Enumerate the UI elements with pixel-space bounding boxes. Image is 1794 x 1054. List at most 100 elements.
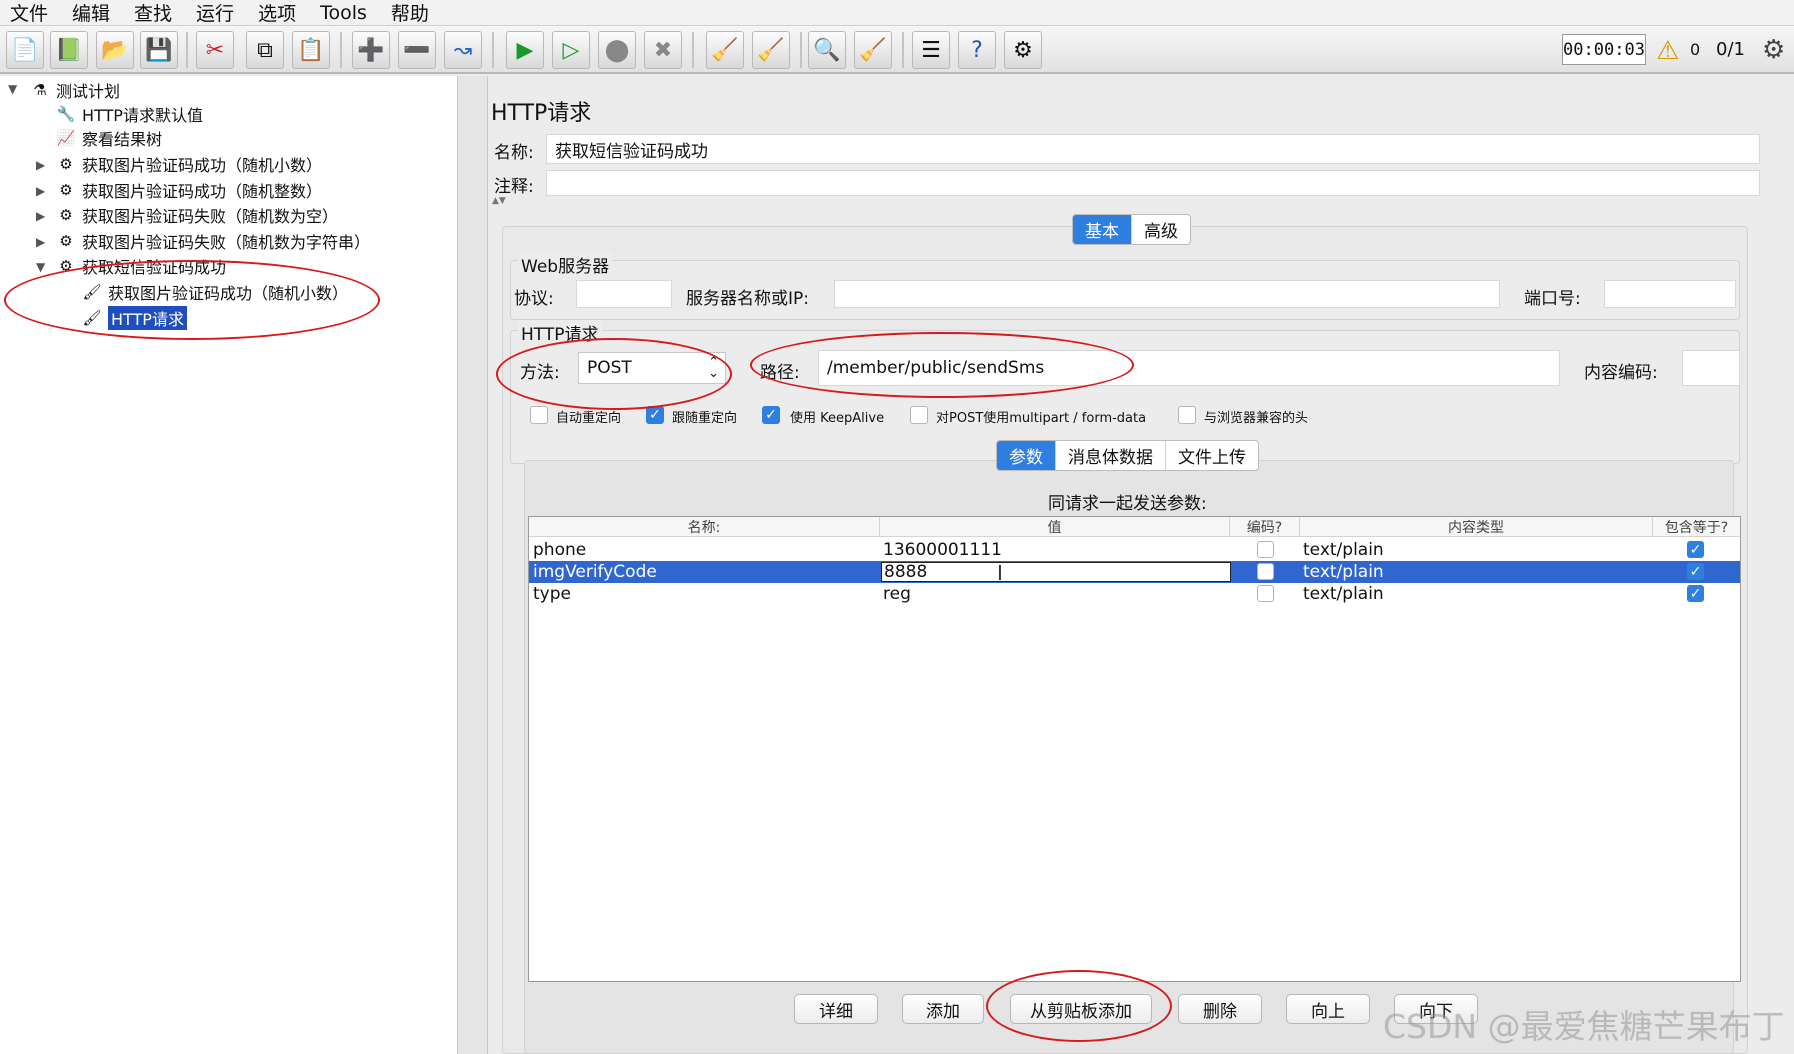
menu-edit[interactable]: 编辑	[72, 0, 110, 26]
watermark: CSDN @最爱焦糖芒果布丁	[1383, 1007, 1785, 1046]
test-plan-tree: ▼ ⚗ 测试计划 🔧 HTTP请求默认值 📈 察看结果树 ▶ ⚙ 获取图片验证码…	[0, 76, 458, 1054]
column-header-name[interactable]: 名称:	[529, 517, 880, 537]
checkbox-label: 使用 KeepAlive	[790, 411, 885, 426]
tab-parameters[interactable]: 参数	[997, 441, 1056, 470]
multipart-checkbox[interactable]	[910, 406, 928, 424]
help-icon[interactable]: ?	[958, 31, 996, 69]
tree-node-results-tree[interactable]: 📈 察看结果树	[56, 126, 162, 150]
menu-search[interactable]: 查找	[134, 0, 172, 26]
keepalive-checkbox[interactable]: ✓	[762, 406, 780, 424]
menu-bar: 文件 编辑 查找 运行 选项 Tools 帮助	[0, 0, 1794, 26]
tab-advanced[interactable]: 高级	[1132, 215, 1190, 244]
collapse-arrow-icon[interactable]: ▼	[8, 82, 17, 96]
toggle-icon[interactable]: ↝	[444, 31, 482, 69]
detail-button[interactable]: 详细	[794, 994, 878, 1024]
resize-arrows-icon[interactable]: ▲▼	[492, 196, 506, 206]
param-content-type[interactable]: text/plain	[1303, 539, 1384, 561]
encoding-label: 内容编码:	[1584, 363, 1658, 383]
tree-node-thread-group[interactable]: ⚙ 获取图片验证码失败（随机数为空）	[56, 203, 338, 227]
reset-search-icon[interactable]: 🧹	[854, 31, 892, 69]
menu-options[interactable]: 选项	[258, 0, 296, 26]
settings-tabs: 基本 高级	[1072, 214, 1191, 245]
tree-node-label: HTTP请求默认值	[82, 106, 203, 125]
menu-run[interactable]: 运行	[196, 0, 234, 26]
menu-file[interactable]: 文件	[10, 0, 48, 26]
tab-files-upload[interactable]: 文件上传	[1166, 441, 1258, 470]
tree-node-thread-group[interactable]: ⚙ 获取图片验证码失败（随机数为字符串）	[56, 229, 370, 253]
up-button[interactable]: 向上	[1286, 994, 1370, 1024]
thread-count: 0/1	[1716, 39, 1745, 60]
encoding-field[interactable]	[1682, 350, 1740, 386]
column-header-encode[interactable]: 编码?	[1230, 517, 1300, 537]
open-icon[interactable]: 📂	[96, 31, 134, 69]
follow-auto-redirect-checkbox[interactable]	[530, 406, 548, 424]
param-content-type[interactable]: text/plain	[1303, 561, 1384, 583]
include-equals-checkbox[interactable]: ✓	[1687, 585, 1704, 602]
clear-all-icon[interactable]: 🧹	[752, 31, 790, 69]
encode-checkbox[interactable]	[1257, 563, 1274, 580]
templates-icon[interactable]: 📗	[50, 31, 88, 69]
annotation-circle	[4, 260, 380, 340]
log-viewer-icon[interactable]: ⚙	[1004, 31, 1042, 69]
stop-icon[interactable]: ⬤	[598, 31, 636, 69]
collapse-arrow-icon[interactable]: ▼	[36, 260, 45, 274]
save-icon[interactable]: 💾	[140, 31, 178, 69]
table-row[interactable]: phone 13600001111 text/plain ✓	[529, 539, 1740, 561]
follow-redirects-checkbox[interactable]: ✓	[646, 406, 664, 424]
expand-icon[interactable]: ➕	[352, 31, 390, 69]
encode-checkbox[interactable]	[1257, 585, 1274, 602]
expand-arrow-icon[interactable]: ▶	[36, 184, 45, 198]
table-row[interactable]: type reg text/plain ✓	[529, 583, 1740, 605]
param-value-editor[interactable]: 8888	[881, 562, 1231, 582]
expand-arrow-icon[interactable]: ▶	[36, 158, 45, 172]
start-icon[interactable]: ▶	[506, 31, 544, 69]
splitter[interactable]	[458, 76, 488, 1054]
search-icon[interactable]: 🔍	[808, 31, 846, 69]
table-row-selected[interactable]: imgVerifyCode 8888 text/plain ✓	[529, 561, 1740, 583]
tab-basic[interactable]: 基本	[1073, 215, 1132, 244]
browser-headers-checkbox[interactable]	[1178, 406, 1196, 424]
annotation-circle	[496, 338, 732, 410]
tree-node-http-defaults[interactable]: 🔧 HTTP请求默认值	[56, 102, 203, 126]
parameters-table: 名称: 值 编码? 内容类型 包含等于? phone 13600001111 t…	[528, 516, 1741, 982]
new-icon[interactable]: 📄	[6, 31, 44, 69]
delete-button[interactable]: 删除	[1178, 994, 1262, 1024]
clear-icon[interactable]: 🧹	[706, 31, 744, 69]
column-header-include-equals[interactable]: 包含等于?	[1653, 517, 1740, 537]
port-field[interactable]	[1604, 280, 1736, 308]
name-label: 名称:	[494, 143, 534, 163]
collapse-icon[interactable]: ➖	[398, 31, 436, 69]
menu-help[interactable]: 帮助	[391, 0, 429, 26]
cut-icon[interactable]: ✂	[196, 31, 234, 69]
protocol-field[interactable]	[576, 280, 672, 308]
tree-node-thread-group[interactable]: ⚙ 获取图片验证码成功（随机整数）	[56, 178, 322, 202]
function-helper-icon[interactable]: ☰	[912, 31, 950, 69]
tree-node-label: 察看结果树	[82, 130, 163, 149]
server-field[interactable]	[834, 280, 1500, 308]
encode-checkbox[interactable]	[1257, 541, 1274, 558]
tree-node-test-plan[interactable]: ⚗ 测试计划	[30, 78, 120, 102]
expand-arrow-icon[interactable]: ▶	[36, 235, 45, 249]
tree-node-thread-group[interactable]: ⚙ 获取图片验证码成功（随机小数）	[56, 152, 322, 176]
start-no-pauses-icon[interactable]: ▷	[552, 31, 590, 69]
comment-field[interactable]	[546, 170, 1760, 196]
param-value[interactable]: reg	[883, 583, 911, 605]
include-equals-checkbox[interactable]: ✓	[1687, 563, 1704, 580]
shutdown-icon[interactable]: ✖	[644, 31, 682, 69]
name-field[interactable]: 获取短信验证码成功	[546, 134, 1760, 164]
param-value[interactable]: 13600001111	[883, 539, 1002, 561]
paste-icon[interactable]: 📋	[292, 31, 330, 69]
column-header-content-type[interactable]: 内容类型	[1300, 517, 1653, 537]
param-content-type[interactable]: text/plain	[1303, 583, 1384, 605]
copy-icon[interactable]: ⧉	[246, 31, 284, 69]
panel-title: HTTP请求	[491, 101, 592, 126]
add-button[interactable]: 添加	[902, 994, 984, 1024]
protocol-label: 协议:	[514, 289, 554, 309]
expand-arrow-icon[interactable]: ▶	[36, 209, 45, 223]
column-header-value[interactable]: 值	[880, 517, 1230, 537]
gear-icon: ⚙	[59, 155, 73, 173]
menu-tools[interactable]: Tools	[320, 2, 367, 24]
include-equals-checkbox[interactable]: ✓	[1687, 541, 1704, 558]
tab-body-data[interactable]: 消息体数据	[1056, 441, 1166, 470]
warning-icon[interactable]: ⚠	[1656, 36, 1679, 66]
